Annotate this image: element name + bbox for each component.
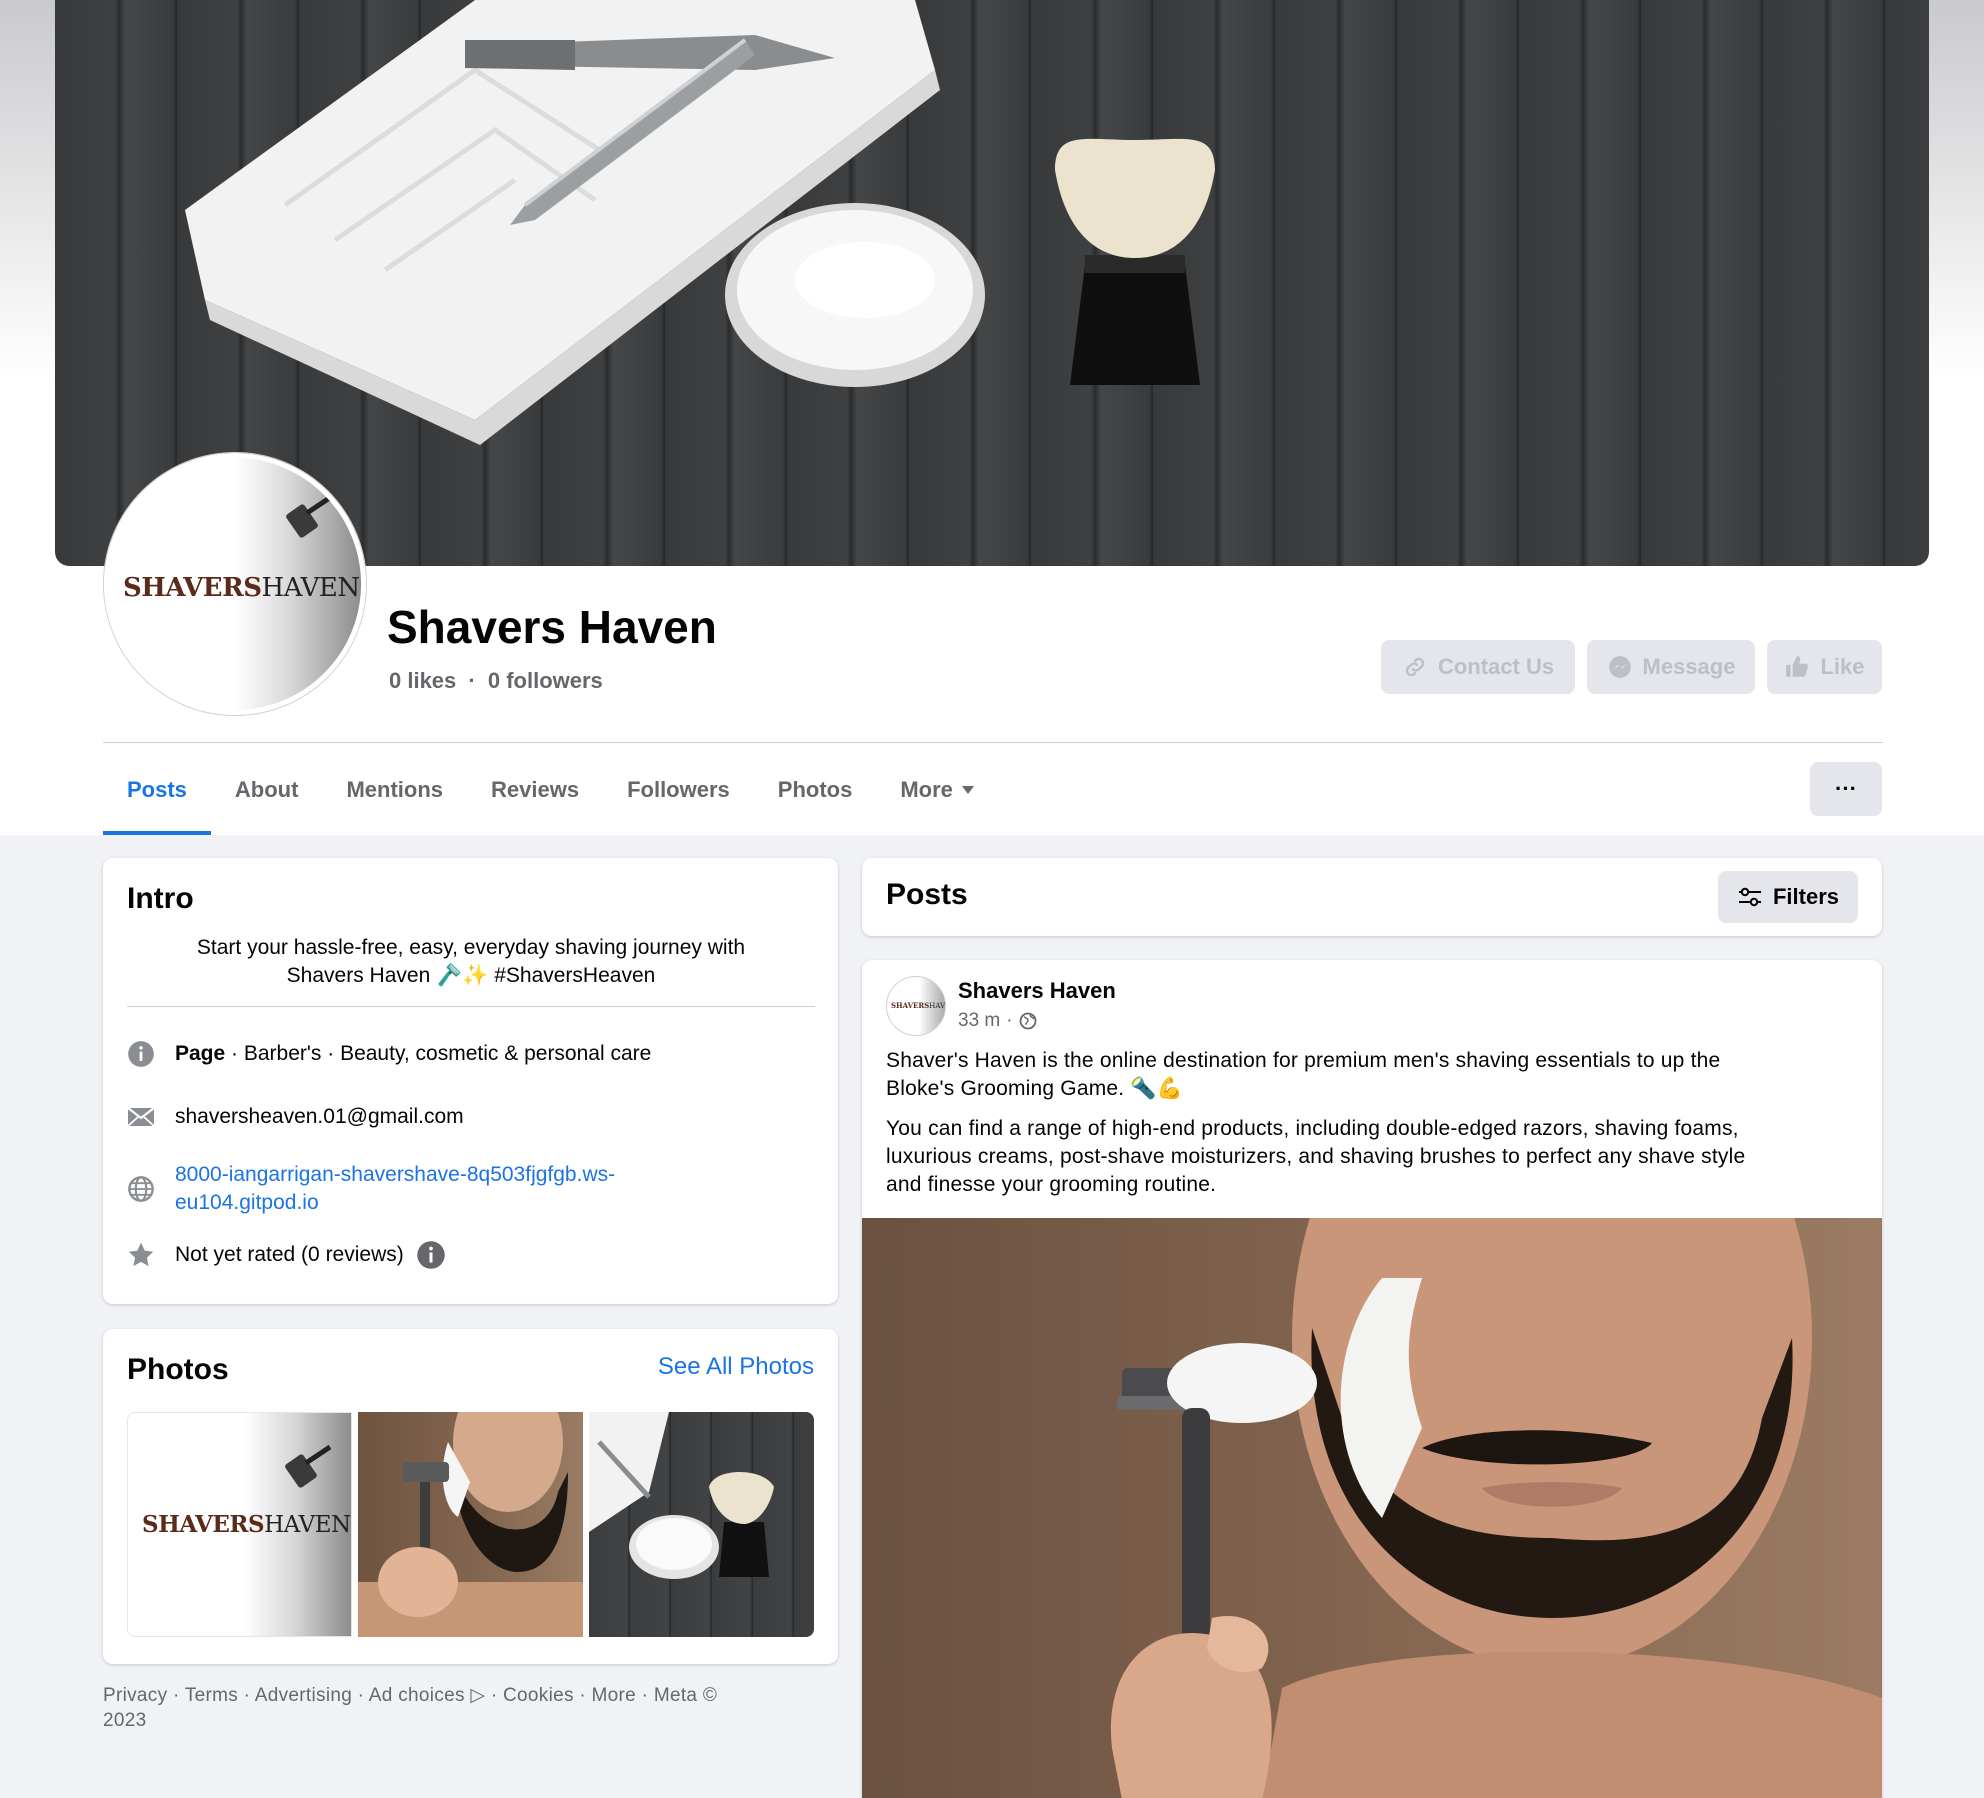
post-text-line: and finesse your grooming routine. [886,1173,1217,1196]
razor-logo-icon [286,494,333,538]
post-meta: 33 m · [958,1010,1037,1032]
filters-button[interactable]: Filters [1718,871,1858,923]
tab-posts[interactable]: Posts [103,745,211,835]
info-icon [128,1041,154,1067]
tab-more-label: More [900,777,953,802]
thumbs-up-icon [1786,656,1809,677]
page-stats: 0 likes · 0 followers [389,668,603,694]
post-author-avatar[interactable]: SHAVERSHAVEN [886,976,946,1036]
rating-text: Not yet rated (0 reviews) [175,1243,404,1266]
website-line: eu104.gitpod.io [175,1191,319,1214]
post-author-name[interactable]: Shavers Haven [958,978,1116,1004]
posts-title: Posts [886,878,968,911]
post-meta-separator: · [1006,1010,1013,1031]
intro-bio-line: Shavers Haven 🪒✨ #ShaversHeaven [286,964,656,987]
footer-line: 2023 [103,1710,147,1731]
post-image[interactable] [862,1218,1882,1798]
post-paragraph-1: Shaver's Haven is the online destination… [886,1047,1866,1103]
link-icon [1405,657,1425,677]
photo-thumbnail-logo[interactable]: SHAVERSHAVEN [127,1412,352,1637]
likes-count[interactable]: 0 likes [389,668,456,693]
tab-about[interactable]: About [211,745,323,835]
message-label: Message [1642,654,1736,679]
photos-title: Photos [127,1353,229,1386]
footer-links: Privacy · Terms · Advertising · Ad choic… [103,1683,838,1733]
like-label: Like [1820,654,1865,679]
logo-wordmark: SHAVERSHAVEN [891,1001,946,1010]
contact-us-button[interactable]: Contact Us [1381,640,1575,694]
intro-category-row: Page · Barber's · Beauty, cosmetic & per… [127,1040,651,1068]
footer-line[interactable]: Privacy · Terms · Advertising · Ad choic… [103,1683,838,1708]
post-card: SHAVERSHAVEN Shavers Haven 33 m · Shaver… [862,960,1882,1798]
category-page-label: Page [175,1042,226,1065]
post-paragraph-2: You can find a range of high-end product… [886,1115,1866,1199]
page-tabs: Posts About Mentions Reviews Followers P… [103,745,999,835]
star-icon [128,1242,154,1267]
logo-wordmark: SHAVERSHAVEN [123,573,360,603]
tab-reviews[interactable]: Reviews [467,745,603,835]
posts-header-card: Posts Filters [862,858,1882,936]
intro-rating-row: Not yet rated (0 reviews) [127,1241,446,1270]
tab-mentions[interactable]: Mentions [322,745,467,835]
like-button[interactable]: Like [1767,640,1882,694]
cover-photo[interactable] [55,0,1929,566]
post-text-line: Bloke's Grooming Game. 🔦💪 [886,1077,1184,1100]
tab-photos[interactable]: Photos [754,745,877,835]
intro-divider [127,1006,815,1007]
tab-followers[interactable]: Followers [603,745,754,835]
page-title: Shavers Haven [387,601,717,653]
filters-label: Filters [1772,884,1840,909]
photos-card: Photos See All Photos SHAVERSHAVEN [103,1329,838,1664]
followers-count[interactable]: 0 followers [488,668,603,693]
sliders-icon [1738,887,1761,907]
razor-logo-icon [285,1444,332,1488]
post-text-line: Shaver's Haven is the online destination… [886,1049,1721,1072]
stats-separator: · [468,668,476,693]
tab-more[interactable]: More [876,745,999,835]
message-button[interactable]: Message [1587,640,1755,694]
website-line: 8000-iangarrigan-shavershave-8q503fjgfgb… [175,1163,616,1186]
post-text-line: luxurious creams, post-shave moisturizer… [886,1145,1746,1168]
contact-us-label: Contact Us [1437,654,1555,679]
photo-thumbnail-shaving[interactable] [358,1412,583,1637]
intro-title: Intro [127,882,194,915]
website-link[interactable]: 8000-iangarrigan-shavershave-8q503fjgfgb… [175,1161,615,1217]
post-text-line: You can find a range of high-end product… [886,1117,1739,1140]
intro-bio: Start your hassle-free, easy, everyday s… [127,934,815,990]
globe-icon [128,1176,154,1202]
post-time[interactable]: 33 m [958,1010,1000,1032]
rating-info-icon[interactable] [416,1240,446,1270]
intro-card: Intro Start your hassle-free, easy, ever… [103,858,838,1304]
intro-website-row: 8000-iangarrigan-shavershave-8q503fjgfgb… [127,1161,615,1217]
globe-icon [1019,1012,1036,1030]
photo-thumbnail-cover[interactable] [589,1412,814,1637]
envelope-icon [127,1107,155,1127]
header-divider [103,742,1883,743]
intro-bio-line: Start your hassle-free, easy, everyday s… [196,936,746,959]
profile-avatar[interactable]: SHAVERSHAVEN [104,453,366,715]
caret-down-icon [961,786,974,794]
see-all-photos-link[interactable]: See All Photos [658,1353,814,1381]
messenger-icon [1608,656,1631,678]
more-options-button[interactable]: ··· [1810,762,1882,816]
logo-wordmark: SHAVERSHAVEN [142,1511,351,1538]
intro-email-row: shaversheaven.01@gmail.com [127,1103,464,1131]
email-text[interactable]: shaversheaven.01@gmail.com [175,1103,464,1131]
category-text: · Barber's · Beauty, cosmetic & personal… [225,1042,652,1065]
